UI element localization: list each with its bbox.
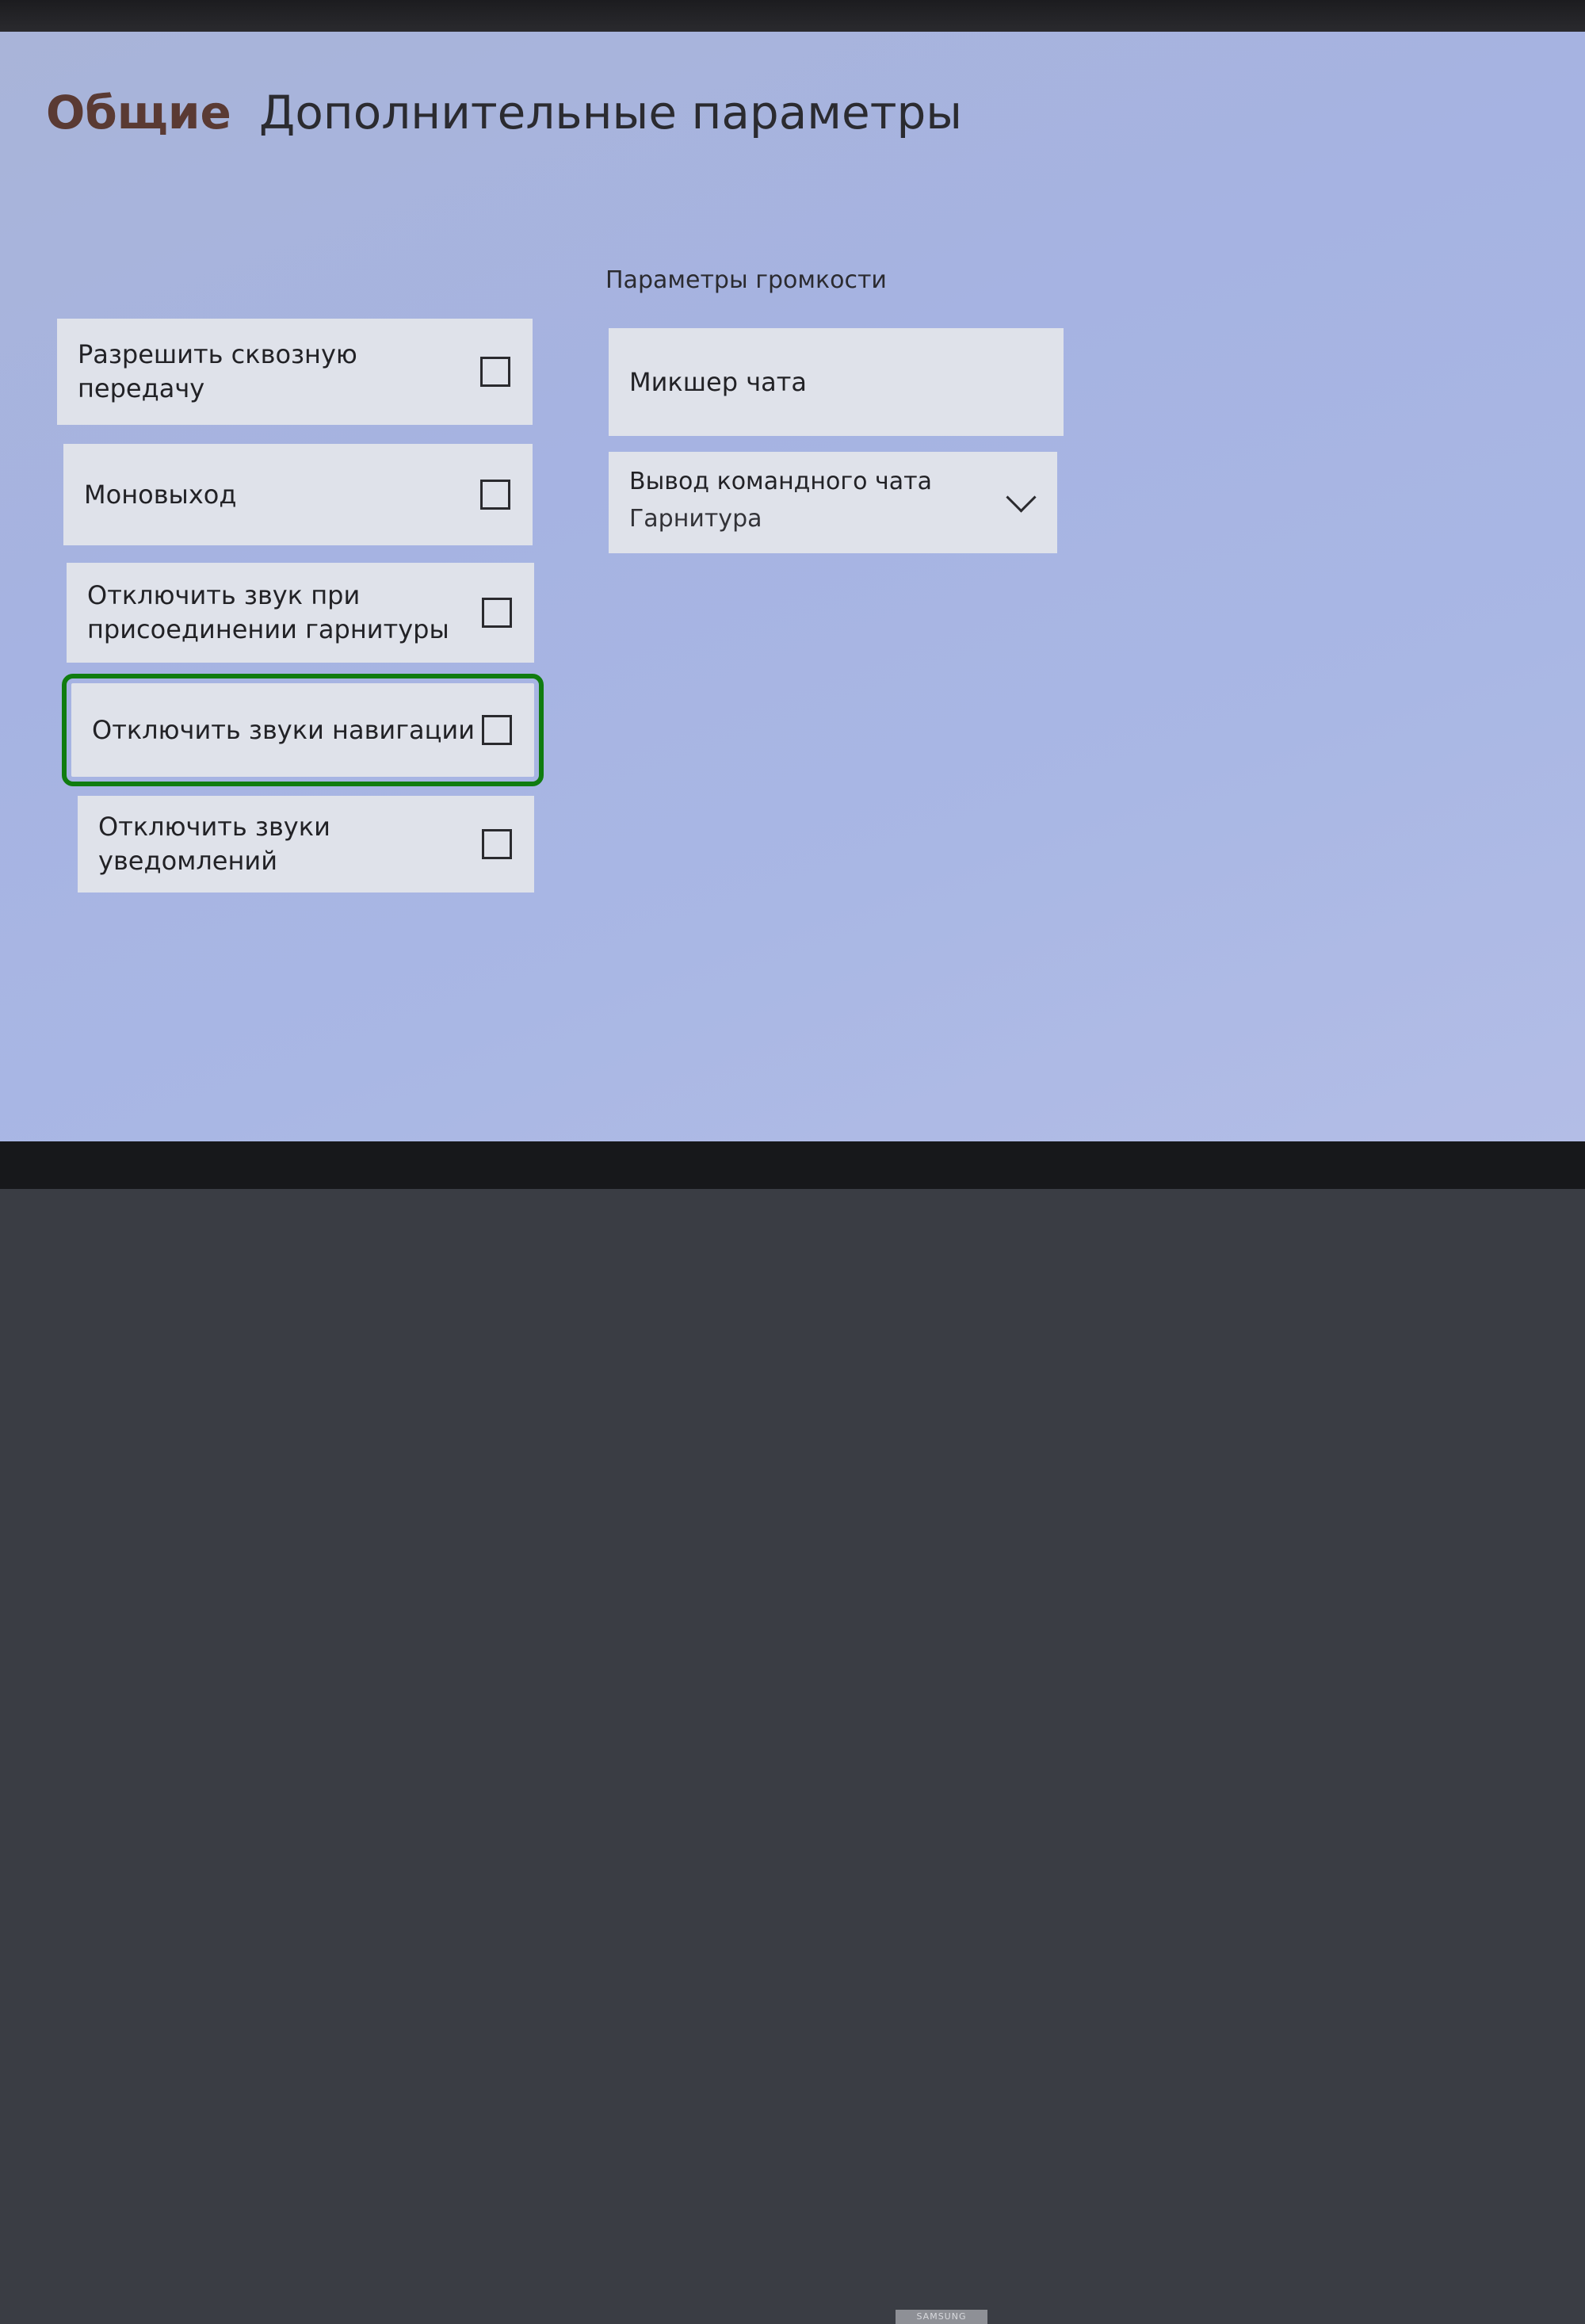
checkbox-icon[interactable] [482,829,512,859]
chat-mixer-button[interactable]: Микшер чата [609,328,1064,436]
checkbox-icon[interactable] [480,480,510,510]
toggle-label: Отключить звук при присоединении гарниту… [87,580,449,644]
dropdown-label: Вывод командного чата [629,468,933,495]
checkbox-icon[interactable] [480,357,510,387]
dropdown-value: Гарнитура [629,505,762,533]
toggle-label: Моновыход [84,479,237,510]
page-header: Общие Дополнительные параметры [46,86,962,140]
tv-screen: Общие Дополнительные параметры Разрешить… [0,0,1585,1141]
checkbox-icon[interactable] [482,598,512,628]
chat-mixer-label: Микшер чата [629,366,807,397]
toggle-label: Разрешить сквозную передачу [78,339,357,403]
section-title: Общие [46,86,231,140]
checkbox-icon[interactable] [482,715,512,745]
toggle-mute-on-headset[interactable]: Отключить звук при присоединении гарниту… [67,563,534,663]
page-title: Дополнительные параметры [259,86,963,140]
tv-brand-logo: SAMSUNG [896,2310,987,2324]
toggle-mute-notification-sounds[interactable]: Отключить звуки уведомлений [78,796,534,893]
team-chat-output-dropdown[interactable]: Вывод командного чата Гарнитура [609,452,1057,553]
toggle-passthrough[interactable]: Разрешить сквозную передачу [57,319,533,425]
toggle-mono-output[interactable]: Моновыход [63,444,533,545]
volume-settings-title: Параметры громкости [605,266,887,294]
toggle-label: Отключить звуки уведомлений [98,812,330,876]
toggle-mute-navigation-sounds[interactable]: Отключить звуки навигации [62,674,544,786]
tv-bezel-bottom: SAMSUNG [0,1141,1585,2324]
tv-bezel-top [0,0,1585,32]
toggle-label: Отключить звуки навигации [92,714,476,745]
